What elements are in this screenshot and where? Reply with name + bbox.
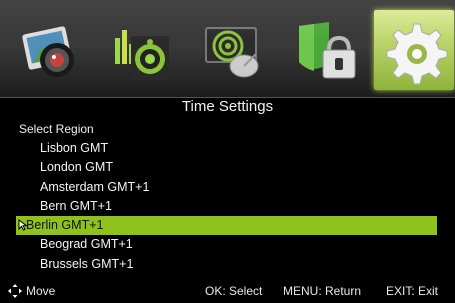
- menu-return-hint: MENU: Return: [283, 284, 362, 298]
- dpad-arrows-icon: [8, 284, 22, 298]
- region-item-selected[interactable]: Berlin GMT+1: [16, 216, 437, 236]
- section-subtitle: Select Region: [19, 122, 94, 136]
- satellite-dish-icon: [205, 27, 259, 78]
- region-label: London GMT: [40, 160, 113, 175]
- tab-channel[interactable]: [198, 16, 270, 88]
- move-hint: Move: [8, 284, 55, 298]
- photo-camera-icon: [22, 26, 74, 77]
- exit-hint: EXIT: Exit: [386, 284, 439, 298]
- gear-icon: [386, 23, 448, 85]
- region-item[interactable]: Brussels GMT+1: [0, 255, 455, 274]
- region-item[interactable]: London GMT: [0, 158, 455, 177]
- region-item[interactable]: Amsterdam GMT+1: [0, 178, 455, 197]
- ok-select-hint: OK: Select: [205, 284, 263, 298]
- menu-tab-bar: [0, 0, 455, 98]
- region-list: Lisbon GMT London GMT Amsterdam GMT+1 Be…: [0, 139, 455, 274]
- region-label: Berlin GMT+1: [26, 218, 104, 233]
- help-bar: Move OK: Select MENU: Return EXIT: Exit: [0, 284, 455, 303]
- region-label: Bern GMT+1: [40, 198, 112, 213]
- region-item[interactable]: Beograd GMT+1: [0, 235, 455, 254]
- padlock-shield-icon: [299, 22, 356, 79]
- region-label: Amsterdam GMT+1: [40, 179, 150, 194]
- tab-picture[interactable]: [19, 16, 91, 88]
- tab-lock[interactable]: [289, 16, 361, 88]
- region-label: Beograd GMT+1: [40, 237, 133, 252]
- region-item[interactable]: Bern GMT+1: [0, 197, 455, 216]
- speaker-icon: [115, 30, 169, 80]
- page-title: Time Settings: [181, 98, 274, 115]
- region-label: Lisbon GMT: [40, 141, 109, 155]
- tab-sound[interactable]: [107, 16, 179, 88]
- move-hint-label: Move: [26, 284, 56, 298]
- tab-setup[interactable]: [374, 10, 454, 90]
- region-item[interactable]: Lisbon GMT: [0, 139, 455, 158]
- region-label: Brussels GMT+1: [40, 256, 134, 271]
